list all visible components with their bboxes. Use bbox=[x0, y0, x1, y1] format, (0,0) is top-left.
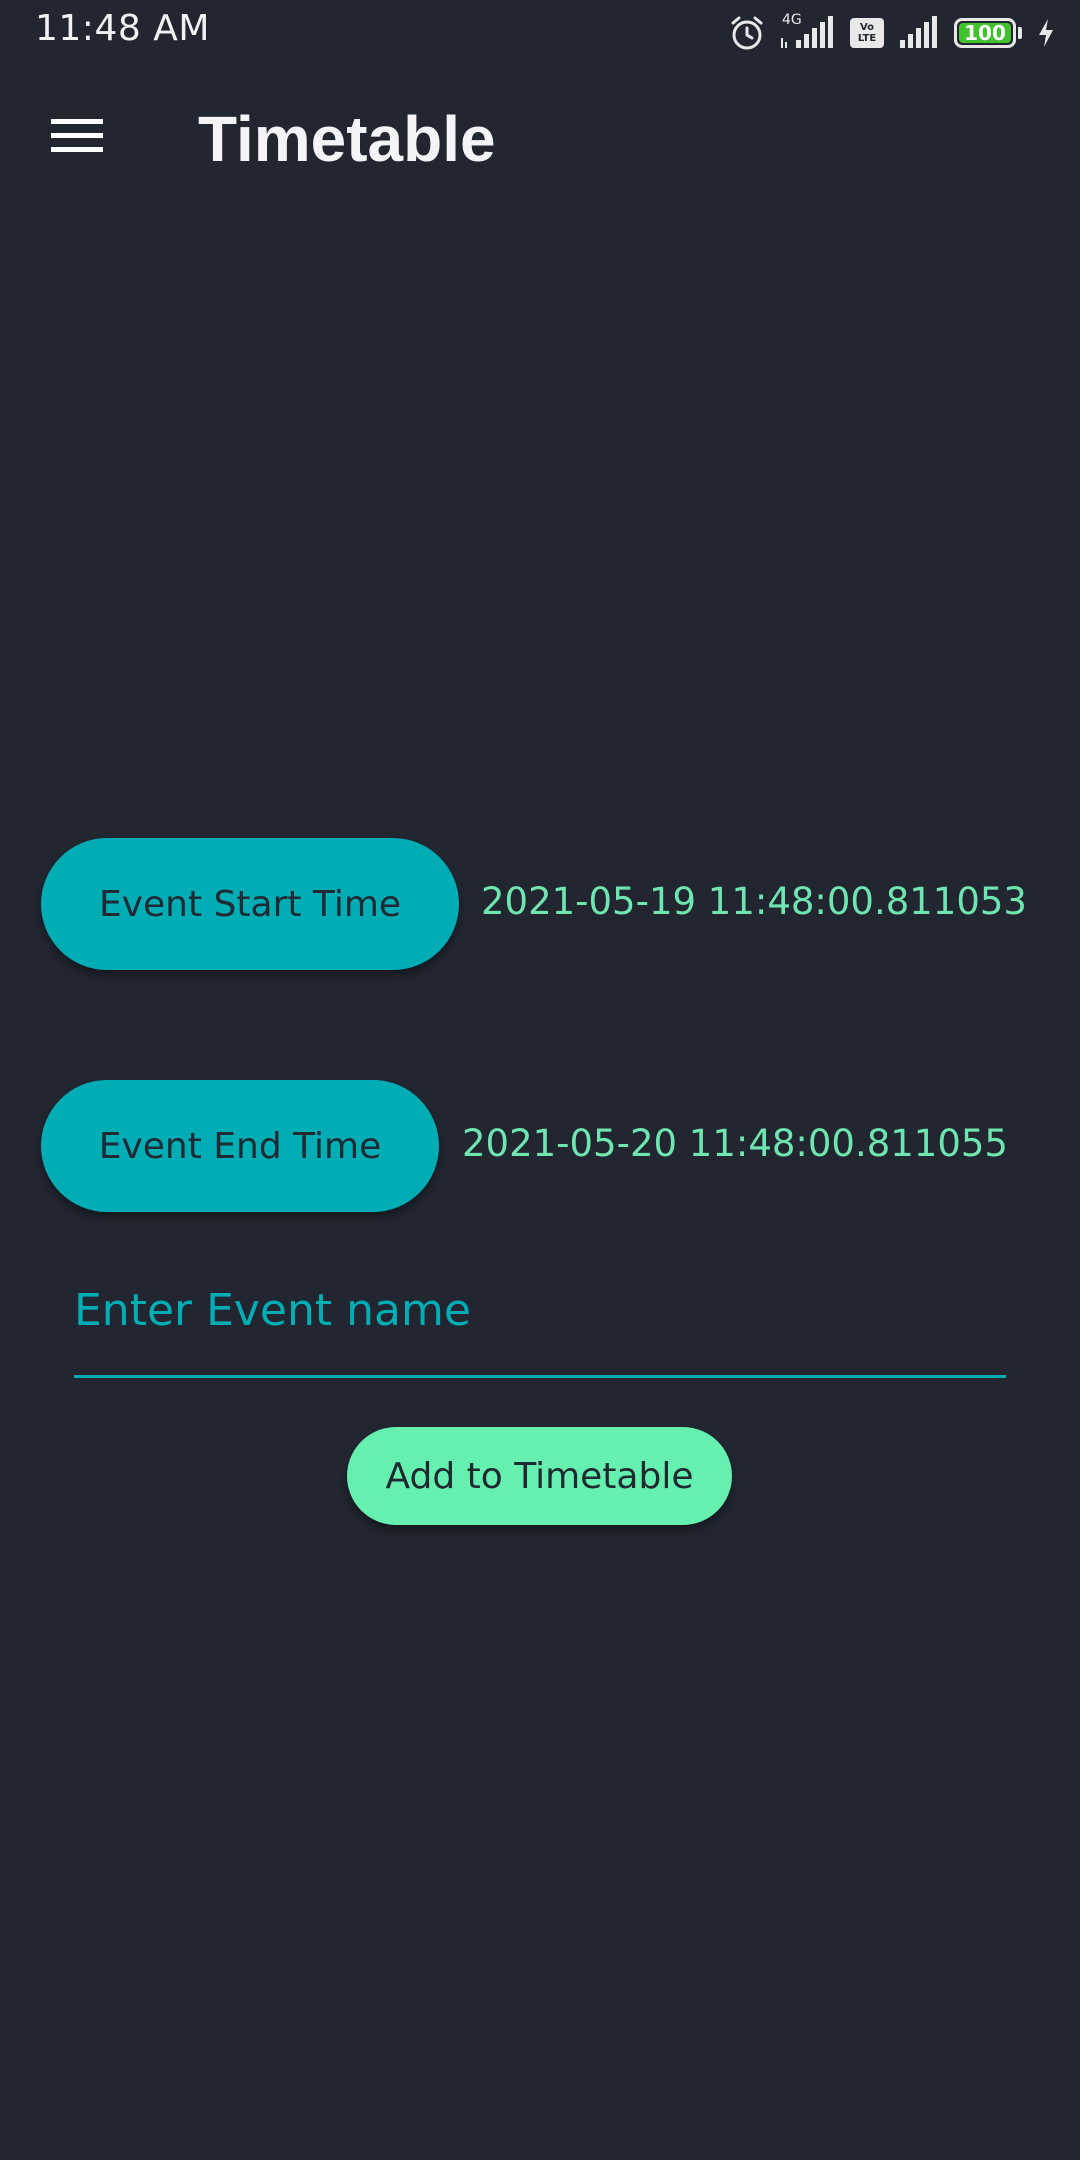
volte-label: Vo LTE bbox=[857, 22, 877, 44]
status-bar: 11:48 AM 4G Vo LTE 100 bbox=[0, 0, 1080, 66]
battery-body: 100 bbox=[954, 18, 1016, 48]
alarm-icon bbox=[728, 14, 766, 52]
page-title: Timetable bbox=[198, 103, 496, 175]
volte-icon: Vo LTE bbox=[850, 18, 884, 48]
event-start-time-button[interactable]: Event Start Time bbox=[41, 838, 459, 970]
menu-button[interactable] bbox=[30, 102, 124, 174]
battery-level: 100 bbox=[964, 21, 1006, 45]
event-end-time-button[interactable]: Event End Time bbox=[41, 1080, 439, 1212]
signal-icon bbox=[898, 16, 940, 50]
event-name-field bbox=[74, 1270, 1006, 1378]
menu-icon bbox=[51, 117, 103, 160]
battery-icon: 100 bbox=[954, 18, 1022, 48]
status-icons: 4G Vo LTE 100 bbox=[728, 12, 1056, 54]
battery-tip bbox=[1018, 27, 1022, 39]
event-name-input[interactable] bbox=[74, 1270, 1006, 1350]
charging-icon bbox=[1036, 17, 1056, 49]
event-start-time-value: 2021-05-19 11:48:00.811053 bbox=[481, 880, 1027, 923]
network-type-label: 4G bbox=[782, 12, 802, 28]
add-to-timetable-button[interactable]: Add to Timetable bbox=[347, 1427, 732, 1525]
event-end-time-value: 2021-05-20 11:48:00.811055 bbox=[462, 1122, 1008, 1165]
signal-icon: 4G bbox=[780, 12, 836, 50]
status-time: 11:48 AM bbox=[35, 8, 210, 49]
app-bar: Timetable bbox=[0, 66, 1080, 216]
